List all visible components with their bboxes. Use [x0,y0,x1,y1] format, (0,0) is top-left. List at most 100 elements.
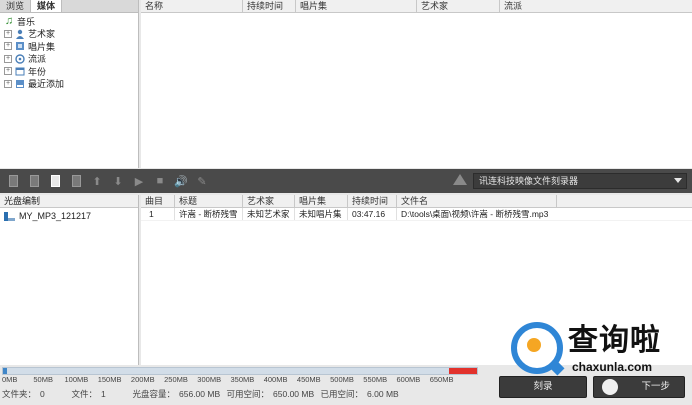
stop-icon[interactable]: ■ [153,174,167,188]
add-file-icon[interactable] [6,174,20,188]
tree-item-music[interactable]: ♫ 音乐 [4,15,138,28]
status-bar: 文件夹： 0 文件： 1 光盘容量： 656.00 MB 可用空间： 650.00 MB… [2,388,403,400]
col-artist[interactable]: 艺术家 [243,195,295,207]
burner-select-value: 讯连科技映像文件刻录器 [479,176,579,186]
track-artist: 未知艺术家 [243,208,295,220]
capacity-tick: 500MB [330,375,354,384]
tree-item-recent[interactable]: + 最近添加 [4,78,138,91]
capacity-tick: 100MB [64,375,89,384]
capacity-tick: 300MB [197,375,222,384]
library-column-headers: 名称 持续时间 唱片集 艺术家 流派 [141,0,692,13]
expand-icon[interactable]: + [4,29,12,38]
folders-label: 文件夹： [2,389,37,399]
capacity-tick: 450MB [296,375,321,384]
capacity-scale: 0MB 50MB 100MB 150MB 200MB 250MB 300MB 350MB 400… [2,375,462,387]
play-icon[interactable]: ▶ [132,174,146,188]
tree-label: 音乐 [17,16,36,27]
calendar-icon [15,66,25,76]
watermark: 查询啦 chaxunla.com [506,320,692,382]
media-tree-panel: 浏览 媒体 ♫ 音乐 + 艺术家 + 唱片集 + 流派 + 年份 + 最近添加 [0,0,139,168]
capacity-value: 656.00 MB [179,389,221,399]
artist-icon [15,29,25,39]
watermark-url: chaxunla.com [572,360,653,374]
track-number: 1 [141,208,175,220]
col-artist[interactable]: 艺术家 [417,0,500,12]
tree-item-artist[interactable]: + 艺术家 [4,28,138,41]
files-value: 1 [101,389,106,399]
volume-icon[interactable]: 🔊 [174,174,188,188]
expand-icon[interactable]: + [4,54,12,63]
disc-item[interactable]: MY_MP3_121217 [0,208,138,224]
capacity-tick: 650MB [429,375,454,384]
track-album: 未知唱片集 [295,208,348,220]
files-label: 文件： [71,389,98,399]
expand-icon[interactable]: + [4,79,12,88]
expand-icon[interactable]: + [4,42,12,51]
eject-icon[interactable] [453,174,467,185]
move-down-icon[interactable]: ⬇ [111,174,125,188]
add-folder-icon[interactable] [27,174,41,188]
capacity-tick: 200MB [130,375,155,384]
capacity-tick: 250MB [164,375,188,384]
tab-browse[interactable]: 浏览 [0,0,32,12]
folders-value: 0 [40,389,45,399]
col-duration[interactable]: 持续时间 [243,0,296,12]
tree-label: 艺术家 [28,29,56,40]
capacity-tick: 150MB [97,375,122,384]
music-note-icon: ♫ [4,15,14,28]
tree-label: 年份 [28,66,47,77]
edit-icon[interactable]: ✎ [195,174,209,188]
recent-added-icon [15,79,25,89]
capacity-tick: 550MB [363,375,388,384]
copy-icon[interactable] [48,174,62,188]
capacity-tick: 350MB [230,375,255,384]
media-tree: ♫ 音乐 + 艺术家 + 唱片集 + 流派 + 年份 + 最近添加 [0,13,138,90]
capacity-tick: 600MB [396,375,421,384]
disc-panel-title: 光盘编制 [0,195,138,208]
col-track-number[interactable]: 曲目 [141,195,175,207]
genre-icon [15,54,25,64]
capacity-tick: 400MB [263,375,288,384]
album-icon [15,41,25,51]
disc-name: MY_MP3_121217 [19,211,92,221]
capacity-used-fill [3,368,8,374]
col-duration[interactable]: 持续时间 [348,195,397,207]
burner-select[interactable]: 讯连科技映像文件刻录器 [473,173,687,189]
col-filename[interactable]: 文件名 [397,195,557,207]
capacity-label: 光盘容量： [132,389,176,399]
capacity-bar [2,367,478,375]
chevron-down-icon [674,178,682,183]
library-list: 名称 持续时间 唱片集 艺术家 流派 [141,0,692,168]
tree-label: 唱片集 [28,41,56,52]
watermark-title: 查询啦 [568,323,661,358]
sidebar-tabs: 浏览 媒体 [0,0,138,13]
col-album[interactable]: 唱片集 [295,195,348,207]
free-value: 650.00 MB [273,389,315,399]
col-genre[interactable]: 流派 [500,0,692,12]
col-album[interactable]: 唱片集 [296,0,417,12]
tab-media[interactable]: 媒体 [31,0,63,12]
free-label: 可用空间： [226,389,270,399]
capacity-limit-marker [449,368,477,374]
disc-icon [4,211,15,221]
tree-label: 流派 [28,54,47,65]
disc-panel: 光盘编制 MY_MP3_121217 [0,195,139,365]
next-button-label: 下一步 [641,381,670,392]
capacity-tick: 0MB [2,375,18,384]
capacity-tick: 50MB [33,375,53,384]
used-value: 6.00 MB [367,389,399,399]
tree-item-genre[interactable]: + 流派 [4,53,138,66]
track-title: 许嵩 - 断桥残雪 [175,208,243,220]
col-title[interactable]: 标题 [175,195,243,207]
used-label: 已用空间： [320,389,364,399]
tree-label: 最近添加 [28,79,65,90]
track-duration: 03:47.16 [348,208,397,220]
track-column-headers: 曲目 标题 艺术家 唱片集 持续时间 文件名 [141,195,692,208]
col-name[interactable]: 名称 [141,0,243,12]
move-up-icon[interactable]: ⬆ [90,174,104,188]
properties-icon[interactable] [69,174,83,188]
table-row[interactable]: 1 许嵩 - 断桥残雪 未知艺术家 未知唱片集 03:47.16 D:\tool… [141,208,692,221]
tree-item-album[interactable]: + 唱片集 [4,40,138,53]
tree-item-year[interactable]: + 年份 [4,65,138,78]
expand-icon[interactable]: + [4,67,12,76]
